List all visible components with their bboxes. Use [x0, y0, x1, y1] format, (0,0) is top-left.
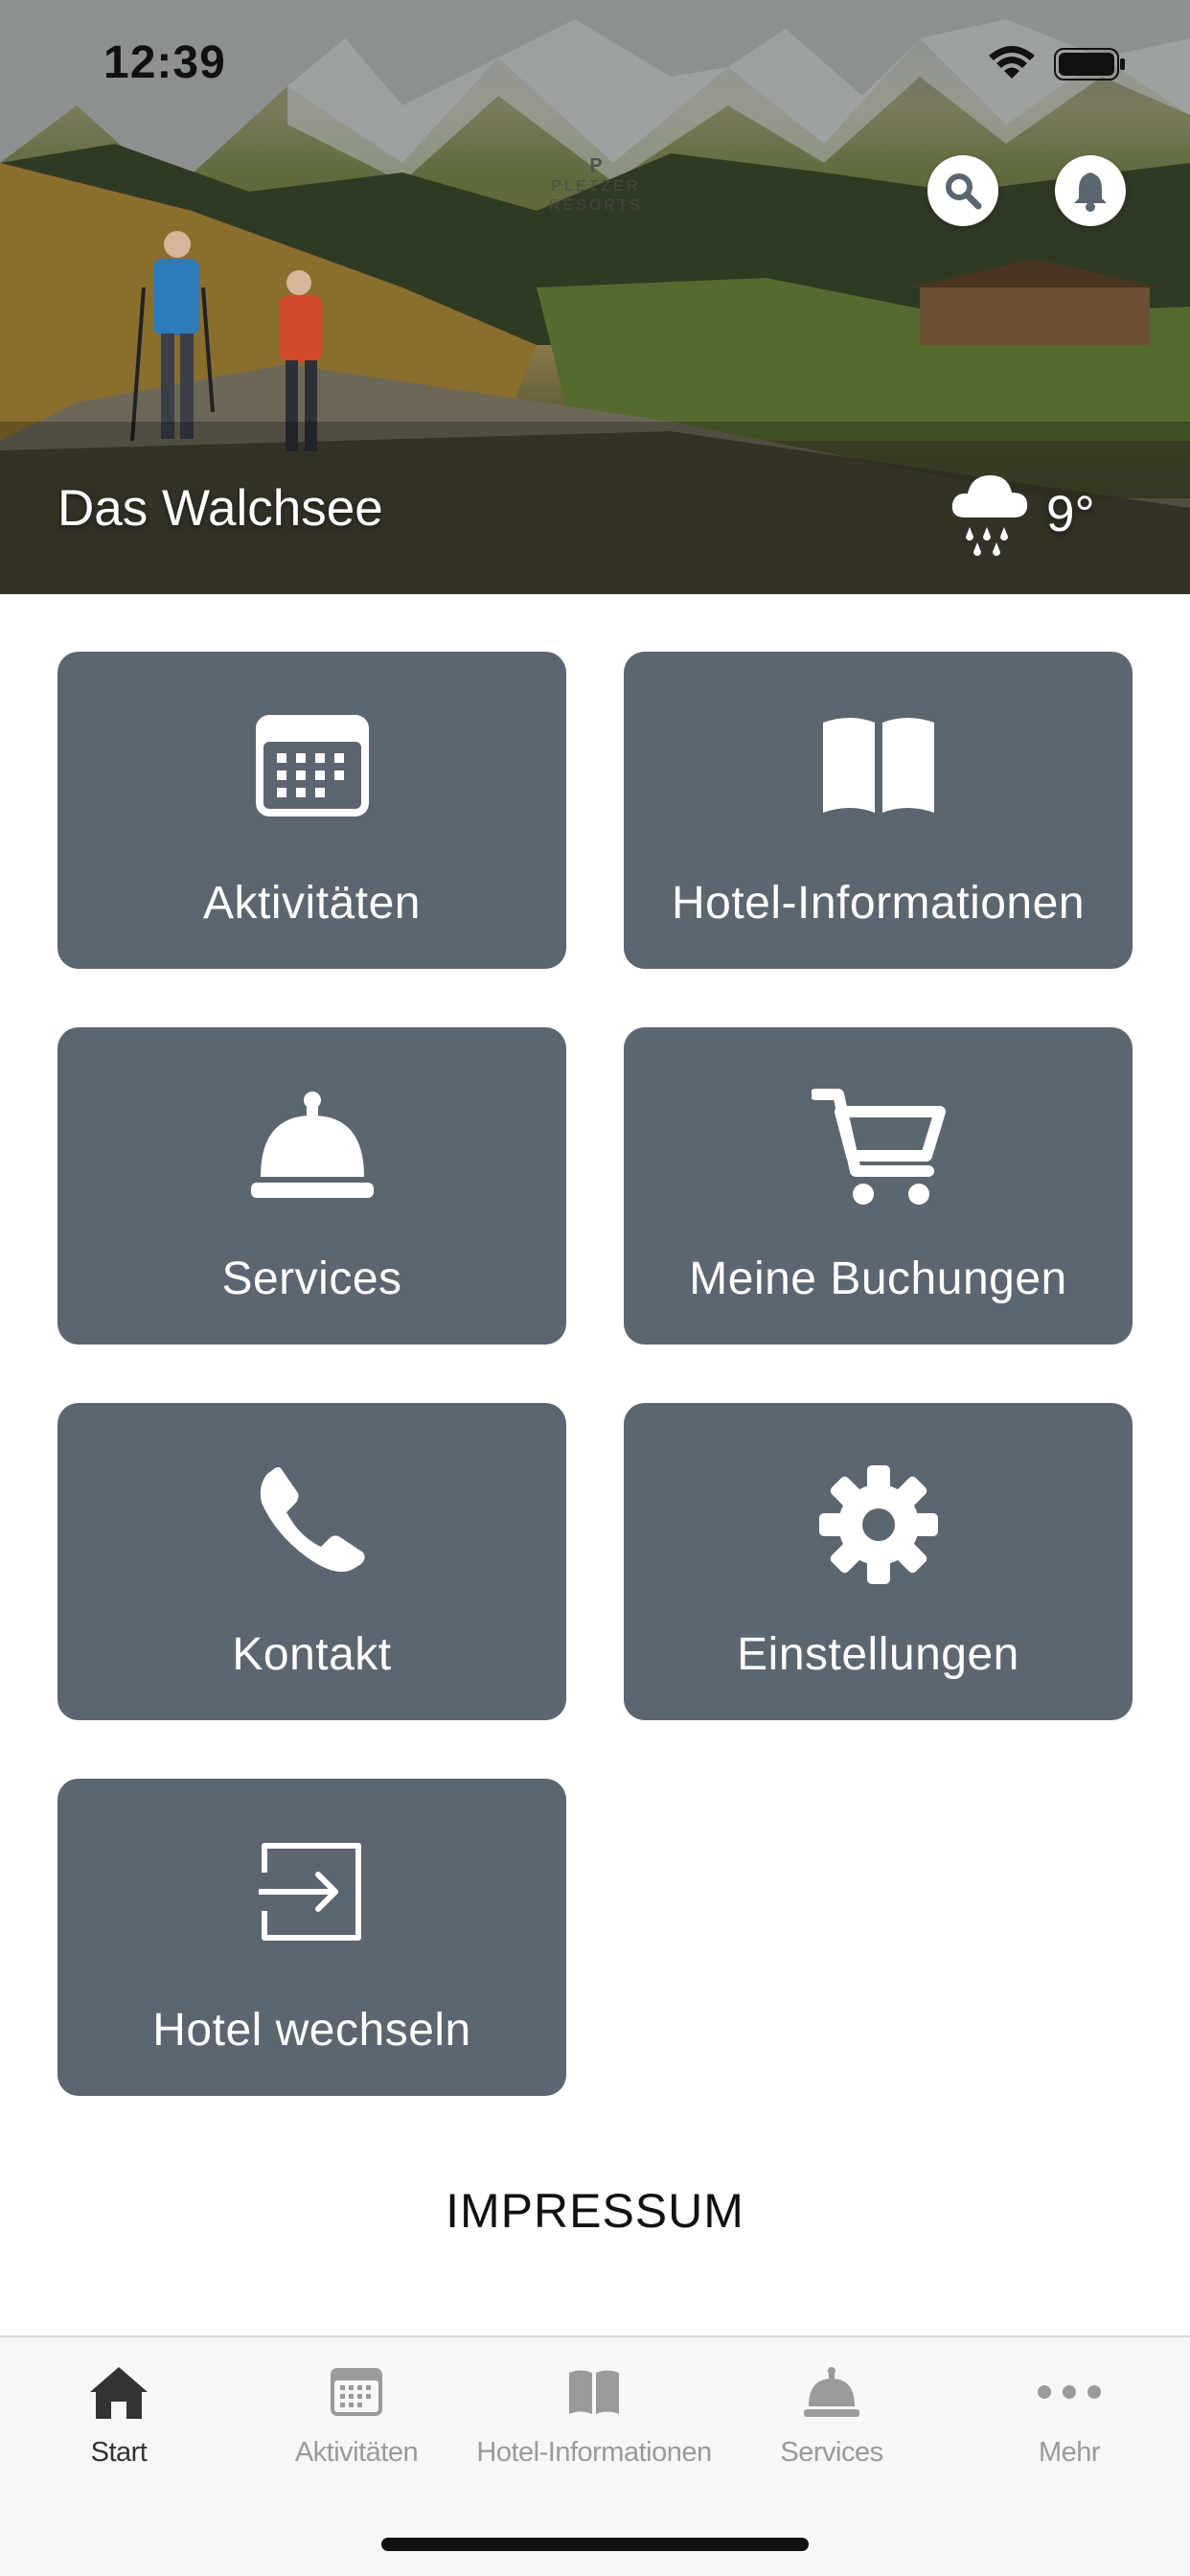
phone-icon: [260, 1467, 365, 1573]
tile-services[interactable]: Services: [57, 1027, 566, 1345]
tab-label: Mehr: [1038, 2437, 1101, 2468]
calendar-icon: [255, 715, 369, 816]
impressum-link[interactable]: IMPRESSUM: [0, 2183, 1190, 2239]
status-time: 12:39: [103, 37, 226, 88]
brand-name-line1: PLETZER: [551, 178, 641, 195]
hotel-name: Das Walchsee: [57, 480, 383, 537]
gear-icon: [818, 1465, 938, 1584]
tab-label: Services: [780, 2437, 883, 2468]
tile-meine-buchungen[interactable]: Meine Buchungen: [624, 1027, 1133, 1345]
tab-aktivitaeten[interactable]: Aktivitäten: [238, 2358, 475, 2469]
brand-name-line2: RESORTS: [548, 197, 644, 214]
service-bell-icon: [250, 1092, 374, 1198]
brand-logo: P PLETZER RESORTS: [546, 155, 646, 216]
more-icon: [1038, 2385, 1101, 2399]
tile-hotel-informationen[interactable]: Hotel-Informationen: [624, 652, 1133, 969]
tab-label: Hotel-Informationen: [476, 2437, 712, 2468]
hero-image: 12:39 P PLETZER RESORTS Das Walchsee 9°: [0, 0, 1190, 594]
battery-icon: [1054, 48, 1127, 85]
home-indicator: [381, 2538, 809, 2551]
tile-einstellungen[interactable]: Einstellungen: [624, 1403, 1133, 1720]
tab-start[interactable]: Start: [0, 2358, 238, 2469]
service-bell-icon: [804, 2367, 859, 2417]
wifi-icon: [987, 44, 1037, 85]
tile-label: Aktivitäten: [203, 878, 421, 929]
tab-label: Aktivitäten: [294, 2437, 419, 2468]
tile-label: Kontakt: [232, 1629, 392, 1680]
notifications-button[interactable]: [1055, 155, 1126, 226]
tile-kontakt[interactable]: Kontakt: [57, 1403, 566, 1720]
tile-label: Meine Buchungen: [689, 1254, 1067, 1304]
tile-label: Services: [221, 1254, 402, 1304]
tile-hotel-wechseln[interactable]: Hotel wechseln: [57, 1779, 566, 2096]
bell-icon: [1074, 172, 1107, 212]
tile-label: Einstellungen: [737, 1629, 1019, 1680]
search-icon: [946, 173, 982, 210]
tile-label: Hotel wechseln: [152, 2005, 471, 2056]
book-icon: [822, 718, 934, 813]
brand-mark: P: [589, 155, 603, 176]
tab-label: Start: [90, 2437, 148, 2468]
search-button[interactable]: [927, 155, 998, 226]
weather-temperature: 9°: [1046, 485, 1095, 542]
rain-cloud-icon: [951, 475, 1028, 556]
tile-aktivitaeten[interactable]: Aktivitäten: [57, 652, 566, 969]
cart-icon: [811, 1089, 946, 1205]
status-bar: 12:39: [0, 0, 1190, 115]
tab-hotel-informationen[interactable]: Hotel-Informationen: [475, 2358, 713, 2469]
weather-widget: 9°: [949, 468, 1095, 560]
tab-mehr[interactable]: Mehr: [950, 2358, 1188, 2469]
tab-services[interactable]: Services: [713, 2358, 950, 2469]
calendar-icon: [331, 2368, 382, 2416]
tile-label: Hotel-Informationen: [671, 878, 1086, 929]
home-icon: [90, 2367, 148, 2419]
enter-icon: [258, 1843, 361, 1941]
book-icon: [569, 2370, 619, 2414]
